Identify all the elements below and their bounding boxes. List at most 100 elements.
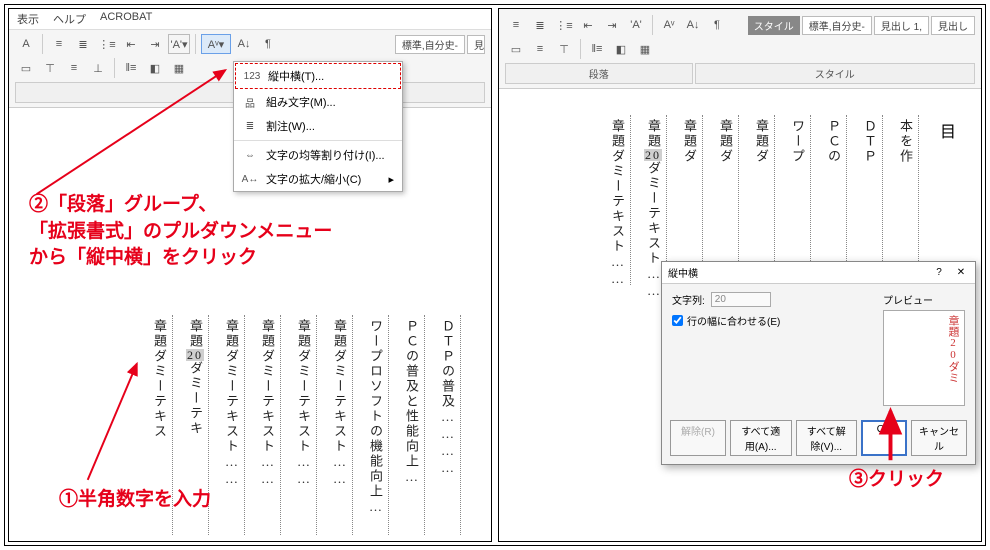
sort-az-icon[interactable]: A↓ <box>233 34 255 54</box>
style-heading[interactable]: 見出し <box>931 16 975 35</box>
dialog-all-apply-button[interactable]: すべて適用(A)... <box>730 420 792 456</box>
panel-left: 表示 ヘルプ ACROBAT A ≡ ≣ ⋮≡ ⇤ ⇥ 'A'▾ Aᵛ▾ A↓ … <box>8 8 492 542</box>
multilevel-list-icon[interactable]: ⋮≡ <box>96 34 118 54</box>
list-icon[interactable]: ≡ <box>48 34 70 54</box>
ribbon-right: ≡ ≣ ⋮≡ ⇤ ⇥ 'A' Aᵛ A↓ ¶ スタイル 標準,自分史- 見出し … <box>499 9 981 89</box>
close-icon[interactable]: ✕ <box>953 267 969 278</box>
border-icon[interactable]: ▭ <box>15 58 37 78</box>
dialog-ok-button[interactable]: OK <box>861 420 907 456</box>
dialog-moji-label: 文字列: <box>672 292 705 307</box>
selected-number[interactable]: 20 <box>644 149 662 161</box>
style-label: スタイル <box>748 16 800 35</box>
dialog-title: 縦中横 <box>668 265 698 280</box>
show-marks-icon[interactable]: ¶ <box>706 15 728 35</box>
doc-col: 章題ダミーテキスト…… <box>291 315 317 535</box>
doc-col: ＰＣの普及と性能向上… <box>399 315 425 535</box>
doc-col: 章題ダミーテキスト…… <box>605 115 631 285</box>
borders-icon[interactable]: ▦ <box>168 58 190 78</box>
doc-col: 章題ダミーテキスト…… <box>219 315 245 535</box>
indent-icon[interactable]: ⇥ <box>144 34 166 54</box>
extended-format-dropdown: 123 縦中横(T)... 品 組み文字(M)... ≣ 割注(W)... ⇔ … <box>233 61 403 192</box>
tatechuyoko-button[interactable]: Aᵛ▾ <box>201 34 231 54</box>
dropdown-kumimoji[interactable]: 品 組み文字(M)... <box>234 90 402 114</box>
dialog-fit-label: 行の幅に合わせる(E) <box>687 313 780 328</box>
doc-col: 章題ダ <box>713 115 739 285</box>
style-normal[interactable]: 標準,自分史- <box>802 16 872 35</box>
menu-view[interactable]: 表示 <box>17 11 39 27</box>
border-icon[interactable]: ▭ <box>505 39 527 59</box>
annotation-step1: ①半角数字を入力 <box>59 487 211 514</box>
kinto-icon: ⇔ <box>242 147 258 163</box>
tatechuyoko-icon: 123 <box>244 68 260 84</box>
dropdown-tatechuyoko-label: 縦中横(T)... <box>268 68 324 84</box>
dialog-preview: 章題20ダミ <box>883 310 965 406</box>
indent-icon[interactable]: ⇥ <box>601 15 623 35</box>
doc-col: 本を作 <box>893 115 919 285</box>
dialog-kaijo-button[interactable]: 解除(R) <box>670 420 726 456</box>
menu-help[interactable]: ヘルプ <box>53 11 86 27</box>
tatechuyoko-dialog: 縦中横 ? ✕ 文字列: 20 行の幅に合わせる(E) <box>661 261 976 465</box>
dropdown-kumimoji-label: 組み文字(M)... <box>266 94 336 110</box>
align-top-icon[interactable]: ⊤ <box>39 58 61 78</box>
numbered-list-icon[interactable]: ≣ <box>72 34 94 54</box>
ribbon-group-paragraph: 段落 <box>505 63 693 84</box>
multilevel-list-icon[interactable]: ⋮≡ <box>553 15 575 35</box>
doc-col: ワープ <box>785 115 811 285</box>
dropdown-warichu-label: 割注(W)... <box>266 118 315 134</box>
doc-col: ＤＴＰの普及………… <box>435 315 461 535</box>
dialog-all-kaijo-button[interactable]: すべて解除(V)... <box>796 420 858 456</box>
outdent-icon[interactable]: ⇤ <box>120 34 142 54</box>
panel-right: ≡ ≣ ⋮≡ ⇤ ⇥ 'A' Aᵛ A↓ ¶ スタイル 標準,自分史- 見出し … <box>498 8 982 542</box>
dialog-fit-checkbox[interactable] <box>672 315 683 326</box>
borders-icon[interactable]: ▦ <box>634 39 656 59</box>
doc-col-selected[interactable]: 章題20ダミーテキスト…… <box>641 115 667 285</box>
dropdown-warichu[interactable]: ≣ 割注(W)... <box>234 114 402 138</box>
dialog-moji-input[interactable]: 20 <box>711 292 771 307</box>
dialog-preview-label: プレビュー <box>883 292 965 307</box>
doc-col: ワープロソフトの機能向上… <box>363 315 389 535</box>
outdent-icon[interactable]: ⇤ <box>577 15 599 35</box>
style-heading1[interactable]: 見 <box>467 35 485 54</box>
dropdown-kakudai[interactable]: A↔ 文字の拡大/縮小(C) ▸ <box>234 167 402 191</box>
shading-icon[interactable]: ◧ <box>610 39 632 59</box>
line-spacing-icon[interactable]: ‖≡ <box>120 58 142 78</box>
menu-acrobat[interactable]: ACROBAT <box>100 11 152 27</box>
warichu-icon: ≣ <box>242 118 258 134</box>
font-box-icon[interactable]: A <box>15 34 37 54</box>
annotation-step3: ③クリック <box>849 467 944 494</box>
sort-icon[interactable]: Aᵛ <box>658 15 680 35</box>
selected-number[interactable]: 20 <box>186 349 204 361</box>
dropdown-tatechuyoko[interactable]: 123 縦中横(T)... <box>235 63 401 89</box>
show-marks-icon[interactable]: ¶ <box>257 34 279 54</box>
menu-bar-left: 表示 ヘルプ ACROBAT <box>9 9 491 30</box>
align-icon[interactable]: ≡ <box>529 39 551 59</box>
annotation-step2: ②「段落」グループ、 「拡張書式」のプルダウンメニュー から「縦中横」をクリック <box>29 192 332 272</box>
doc-col: 章題ダ <box>677 115 703 285</box>
kakudai-icon: A↔ <box>242 171 258 187</box>
dropdown-kinto-label: 文字の均等割り付け(I)... <box>266 147 385 163</box>
sort-icon[interactable]: 'A'▾ <box>168 34 190 54</box>
line-spacing-icon[interactable]: ‖≡ <box>586 39 608 59</box>
doc-col: 章題ダ <box>749 115 775 285</box>
style-heading1[interactable]: 見出し 1, <box>874 16 929 35</box>
align-icon[interactable]: ⊤ <box>553 39 575 59</box>
align-bot-icon[interactable]: ⊥ <box>87 58 109 78</box>
kumimoji-icon: 品 <box>242 94 258 110</box>
doc-col: ＤＴＰ <box>857 115 883 285</box>
toc-label: 目 <box>929 115 961 175</box>
list-icon[interactable]: ≡ <box>505 15 527 35</box>
shading-icon[interactable]: ◧ <box>144 58 166 78</box>
style-normal[interactable]: 標準,自分史- <box>395 35 465 54</box>
doc-col: 章題ダミーテキスト…… <box>327 315 353 535</box>
dropdown-kakudai-label: 文字の拡大/縮小(C) <box>266 171 361 187</box>
dialog-cancel-button[interactable]: キャンセル <box>911 420 967 456</box>
tatechuyoko-icon[interactable]: 'A' <box>625 15 647 35</box>
doc-col: ＰＣの <box>821 115 847 285</box>
dialog-help-icon[interactable]: ? <box>931 267 947 278</box>
numbered-list-icon[interactable]: ≣ <box>529 15 551 35</box>
dropdown-kinto[interactable]: ⇔ 文字の均等割り付け(I)... <box>234 143 402 167</box>
align-mid-icon[interactable]: ≡ <box>63 58 85 78</box>
doc-col: 章題ダミーテキスト…… <box>255 315 281 535</box>
ribbon-group-style: スタイル <box>695 63 975 84</box>
sort-az-icon[interactable]: A↓ <box>682 15 704 35</box>
